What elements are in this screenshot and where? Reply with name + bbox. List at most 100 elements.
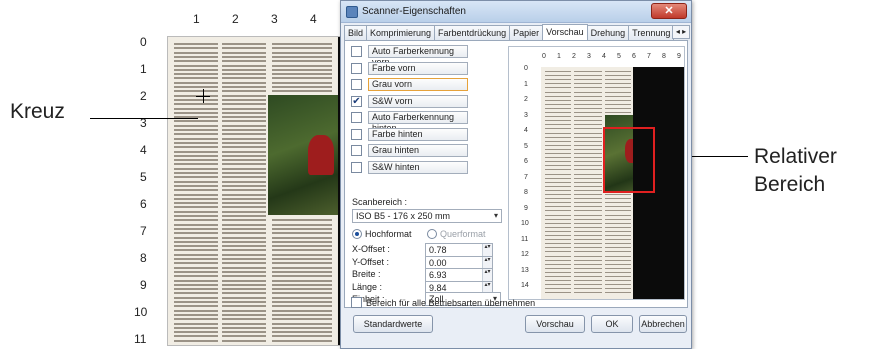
- spinner-icon[interactable]: ▴▾: [482, 244, 492, 256]
- preview-button[interactable]: Vorschau: [525, 315, 585, 333]
- tab-bild[interactable]: Bild: [344, 25, 368, 41]
- ruler-left-label: 4: [140, 143, 147, 157]
- image-option-button[interactable]: Auto Farberkennung hinten: [368, 111, 468, 133]
- image-option-checkbox[interactable]: [351, 145, 362, 156]
- portrait-radio[interactable]: [352, 229, 362, 239]
- text-line: [272, 318, 332, 321]
- text-line: [545, 181, 571, 183]
- text-line: [222, 180, 266, 183]
- spinner-icon[interactable]: ▴▾: [482, 269, 492, 281]
- text-line: [222, 215, 266, 217]
- close-button[interactable]: ✕: [651, 3, 687, 19]
- defaults-button[interactable]: Standardwerte: [353, 315, 433, 333]
- ok-button[interactable]: OK: [591, 315, 633, 333]
- text-line: [222, 146, 266, 149]
- text-line: [174, 189, 218, 192]
- tab-vorschau[interactable]: Vorschau: [542, 24, 588, 41]
- relative-area-selection[interactable]: [603, 127, 655, 193]
- title-bar[interactable]: Scanner-Eigenschaften ✕: [341, 1, 691, 23]
- text-line: [574, 284, 602, 286]
- preview-ruler-left-label: 7: [524, 173, 528, 181]
- tab-komprimierung[interactable]: Komprimierung: [366, 25, 436, 41]
- text-line: [174, 249, 218, 252]
- tab-farbentdrückung[interactable]: Farbentdrückung: [434, 25, 511, 41]
- scan-area-select[interactable]: ISO B5 - 176 x 250 mm ▾: [352, 209, 502, 223]
- text-line: [574, 112, 602, 113]
- crosshair-callout: Kreuz: [10, 100, 65, 123]
- text-line: [574, 132, 602, 134]
- apply-all-checkbox[interactable]: [351, 297, 362, 308]
- image-option-button[interactable]: S&W hinten: [368, 160, 468, 174]
- text-line: [574, 280, 602, 282]
- text-line: [574, 189, 602, 191]
- text-line: [545, 251, 571, 253]
- text-line: [545, 239, 571, 241]
- cancel-button[interactable]: Abbrechen: [639, 315, 687, 333]
- text-line: [174, 197, 218, 200]
- image-option-checkbox[interactable]: ✔: [351, 95, 362, 107]
- image-option-button[interactable]: Auto Farberkennung vorn: [368, 45, 468, 67]
- tab-drehung[interactable]: Drehung: [586, 25, 630, 41]
- text-line: [174, 326, 218, 329]
- image-option-checkbox[interactable]: [351, 46, 362, 57]
- tab-trennung[interactable]: Trennung: [628, 25, 675, 41]
- text-line: [574, 128, 602, 130]
- image-option-checkbox[interactable]: [351, 62, 362, 74]
- text-line: [272, 227, 332, 230]
- text-line: [574, 71, 602, 72]
- text-line: [605, 263, 631, 265]
- text-line: [174, 129, 218, 131]
- text-line: [545, 185, 571, 187]
- text-line: [174, 73, 218, 76]
- image-option-checkbox[interactable]: [351, 161, 362, 173]
- text-line: [174, 283, 218, 286]
- text-line: [222, 292, 266, 295]
- image-option-checkbox[interactable]: [351, 112, 362, 123]
- text-line: [574, 292, 602, 294]
- text-line: [272, 86, 332, 88]
- preview-ruler-left-label: 0: [524, 65, 528, 72]
- text-line: [272, 43, 332, 45]
- text-line: [174, 335, 218, 338]
- spinner-icon[interactable]: ▴▾: [482, 256, 492, 269]
- image-option-row: Auto Farberkennung vorn: [351, 45, 501, 67]
- preview-ruler-left-label: 4: [524, 127, 528, 134]
- image-option-button[interactable]: Farbe vorn: [368, 61, 468, 75]
- text-line: [545, 198, 571, 200]
- tab-scroll-arrows[interactable]: ◂ ▸: [672, 25, 690, 39]
- text-line: [574, 177, 602, 179]
- text-line: [545, 128, 571, 130]
- image-option-checkbox[interactable]: [351, 79, 362, 90]
- preview-area[interactable]: 0 1 2 3 4 5 6 7 8 9 0 1 2 3 4 5 6 7 8 9 10 11 12 13 14: [508, 46, 685, 300]
- text-line: [272, 331, 332, 334]
- text-line: [174, 258, 218, 260]
- text-line: [605, 267, 631, 269]
- text-line: [574, 169, 602, 171]
- image-option-checkbox[interactable]: [351, 128, 362, 140]
- text-line: [222, 283, 266, 286]
- landscape-radio[interactable]: [427, 229, 437, 239]
- text-line: [222, 202, 266, 205]
- text-line: [574, 198, 602, 200]
- tab-papier[interactable]: Papier: [509, 25, 544, 41]
- ruler-left-label: 6: [140, 197, 147, 211]
- text-line: [574, 144, 602, 146]
- text-line: [545, 255, 571, 257]
- text-line: [574, 271, 602, 273]
- text-line: [545, 194, 571, 195]
- image-option-button[interactable]: S&W vorn: [368, 94, 468, 108]
- text-line: [222, 322, 266, 325]
- text-line: [222, 159, 266, 162]
- image-option-button[interactable]: Farbe hinten: [368, 127, 468, 141]
- text-line: [574, 103, 602, 105]
- text-line: [272, 232, 332, 235]
- image-option-button[interactable]: Grau vorn: [368, 78, 468, 91]
- preview-ruler-top-label: 1: [557, 53, 561, 60]
- image-option-button[interactable]: Grau hinten: [368, 144, 468, 157]
- text-line: [605, 222, 631, 224]
- ruler-left: 0 1 2 3 4 5 6 7 8 9 10 11: [132, 6, 164, 346]
- text-line: [222, 331, 266, 334]
- text-line: [174, 51, 218, 54]
- text-line: [545, 169, 571, 171]
- text-line: [222, 275, 266, 278]
